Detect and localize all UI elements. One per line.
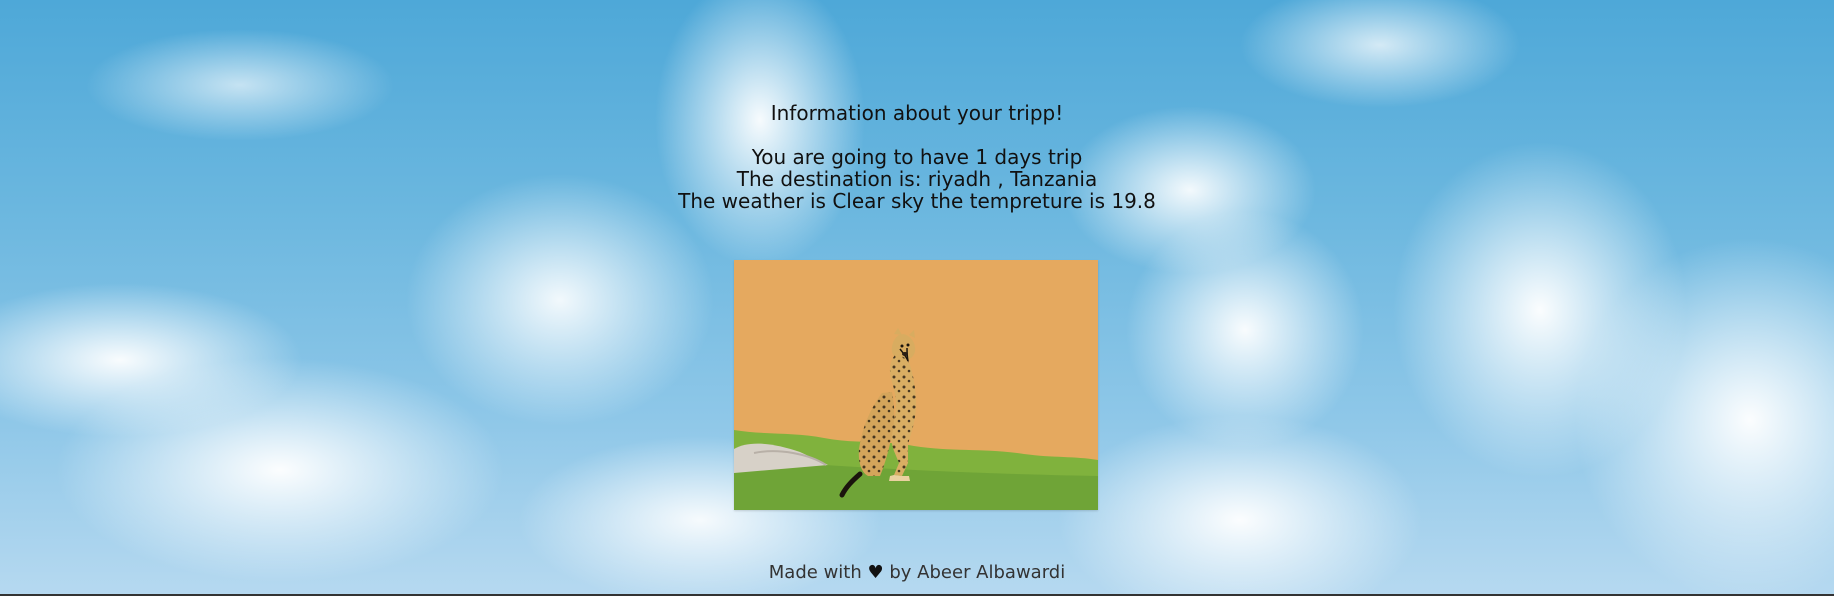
footer-credit: Made with ♥ by Abeer Albawardi: [0, 563, 1834, 583]
footer-prefix: Made with: [768, 562, 862, 583]
trip-weather-line: The weather is Clear sky the tempreture …: [678, 189, 1156, 213]
destination-photo: [734, 260, 1098, 510]
heart-icon: ♥: [867, 562, 884, 583]
cheetah-image: [734, 260, 1098, 510]
trip-info-content: Information about your tripp! You are go…: [0, 0, 1834, 596]
trip-days-line: You are going to have 1 days trip: [751, 145, 1083, 169]
trip-details: You are going to have 1 days trip The de…: [0, 146, 1834, 212]
trip-destination-line: The destination is: riyadh , Tanzania: [736, 167, 1098, 191]
footer-suffix: by Abeer Albawardi: [889, 562, 1066, 583]
trip-info-heading: Information about your tripp!: [770, 101, 1064, 125]
